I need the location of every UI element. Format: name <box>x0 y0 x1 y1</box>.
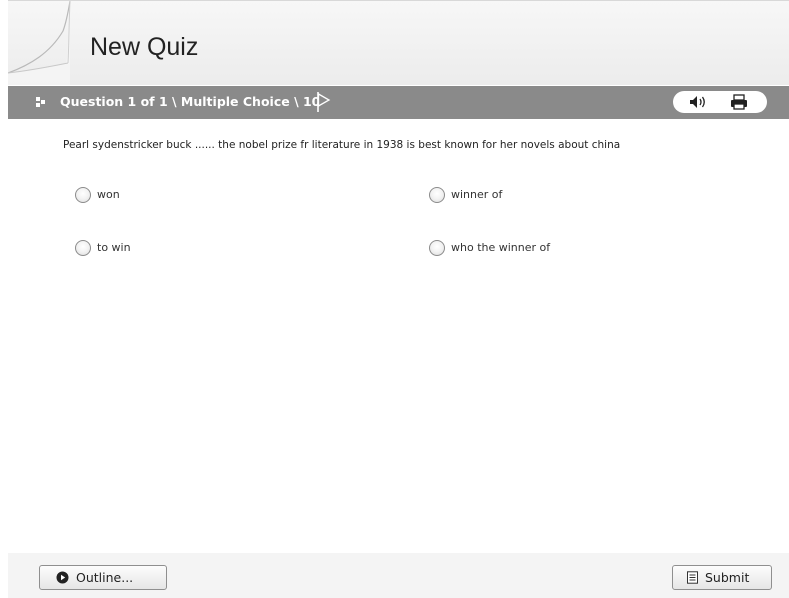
option-label: who the winner of <box>451 241 551 254</box>
radio-button[interactable] <box>75 187 91 203</box>
outline-button[interactable]: Outline... <box>39 565 167 590</box>
speaker-icon[interactable] <box>687 93 709 111</box>
submit-button-label: Submit <box>705 570 750 585</box>
bullet-icon <box>36 97 45 107</box>
submit-button[interactable]: Submit <box>672 565 772 590</box>
option-label: won <box>97 188 120 201</box>
option-label: to win <box>97 241 131 254</box>
outline-button-label: Outline... <box>76 570 134 585</box>
flag-icon[interactable] <box>315 91 331 113</box>
printer-icon[interactable] <box>728 93 750 111</box>
question-header-bar: Question 1 of 1 \ Multiple Choice \ 10 <box>8 86 789 119</box>
question-content: Pearl sydenstricker buck ...... the nobe… <box>8 119 789 553</box>
footer-bar: Outline... Submit <box>8 553 789 598</box>
play-circle-icon <box>56 571 69 584</box>
quiz-title: New Quiz <box>90 33 199 61</box>
question-text: Pearl sydenstricker buck ...... the nobe… <box>63 139 621 151</box>
document-icon <box>687 571 698 584</box>
radio-button[interactable] <box>75 240 91 256</box>
title-area: New Quiz <box>8 0 789 85</box>
quiz-window: New Quiz Question 1 of 1 \ Multiple Choi… <box>0 0 789 598</box>
tools-pill <box>673 91 767 113</box>
radio-button[interactable] <box>429 240 445 256</box>
question-info-label: Question 1 of 1 \ Multiple Choice \ 10 <box>60 94 321 109</box>
option-label: winner of <box>451 188 503 201</box>
radio-button[interactable] <box>429 187 445 203</box>
